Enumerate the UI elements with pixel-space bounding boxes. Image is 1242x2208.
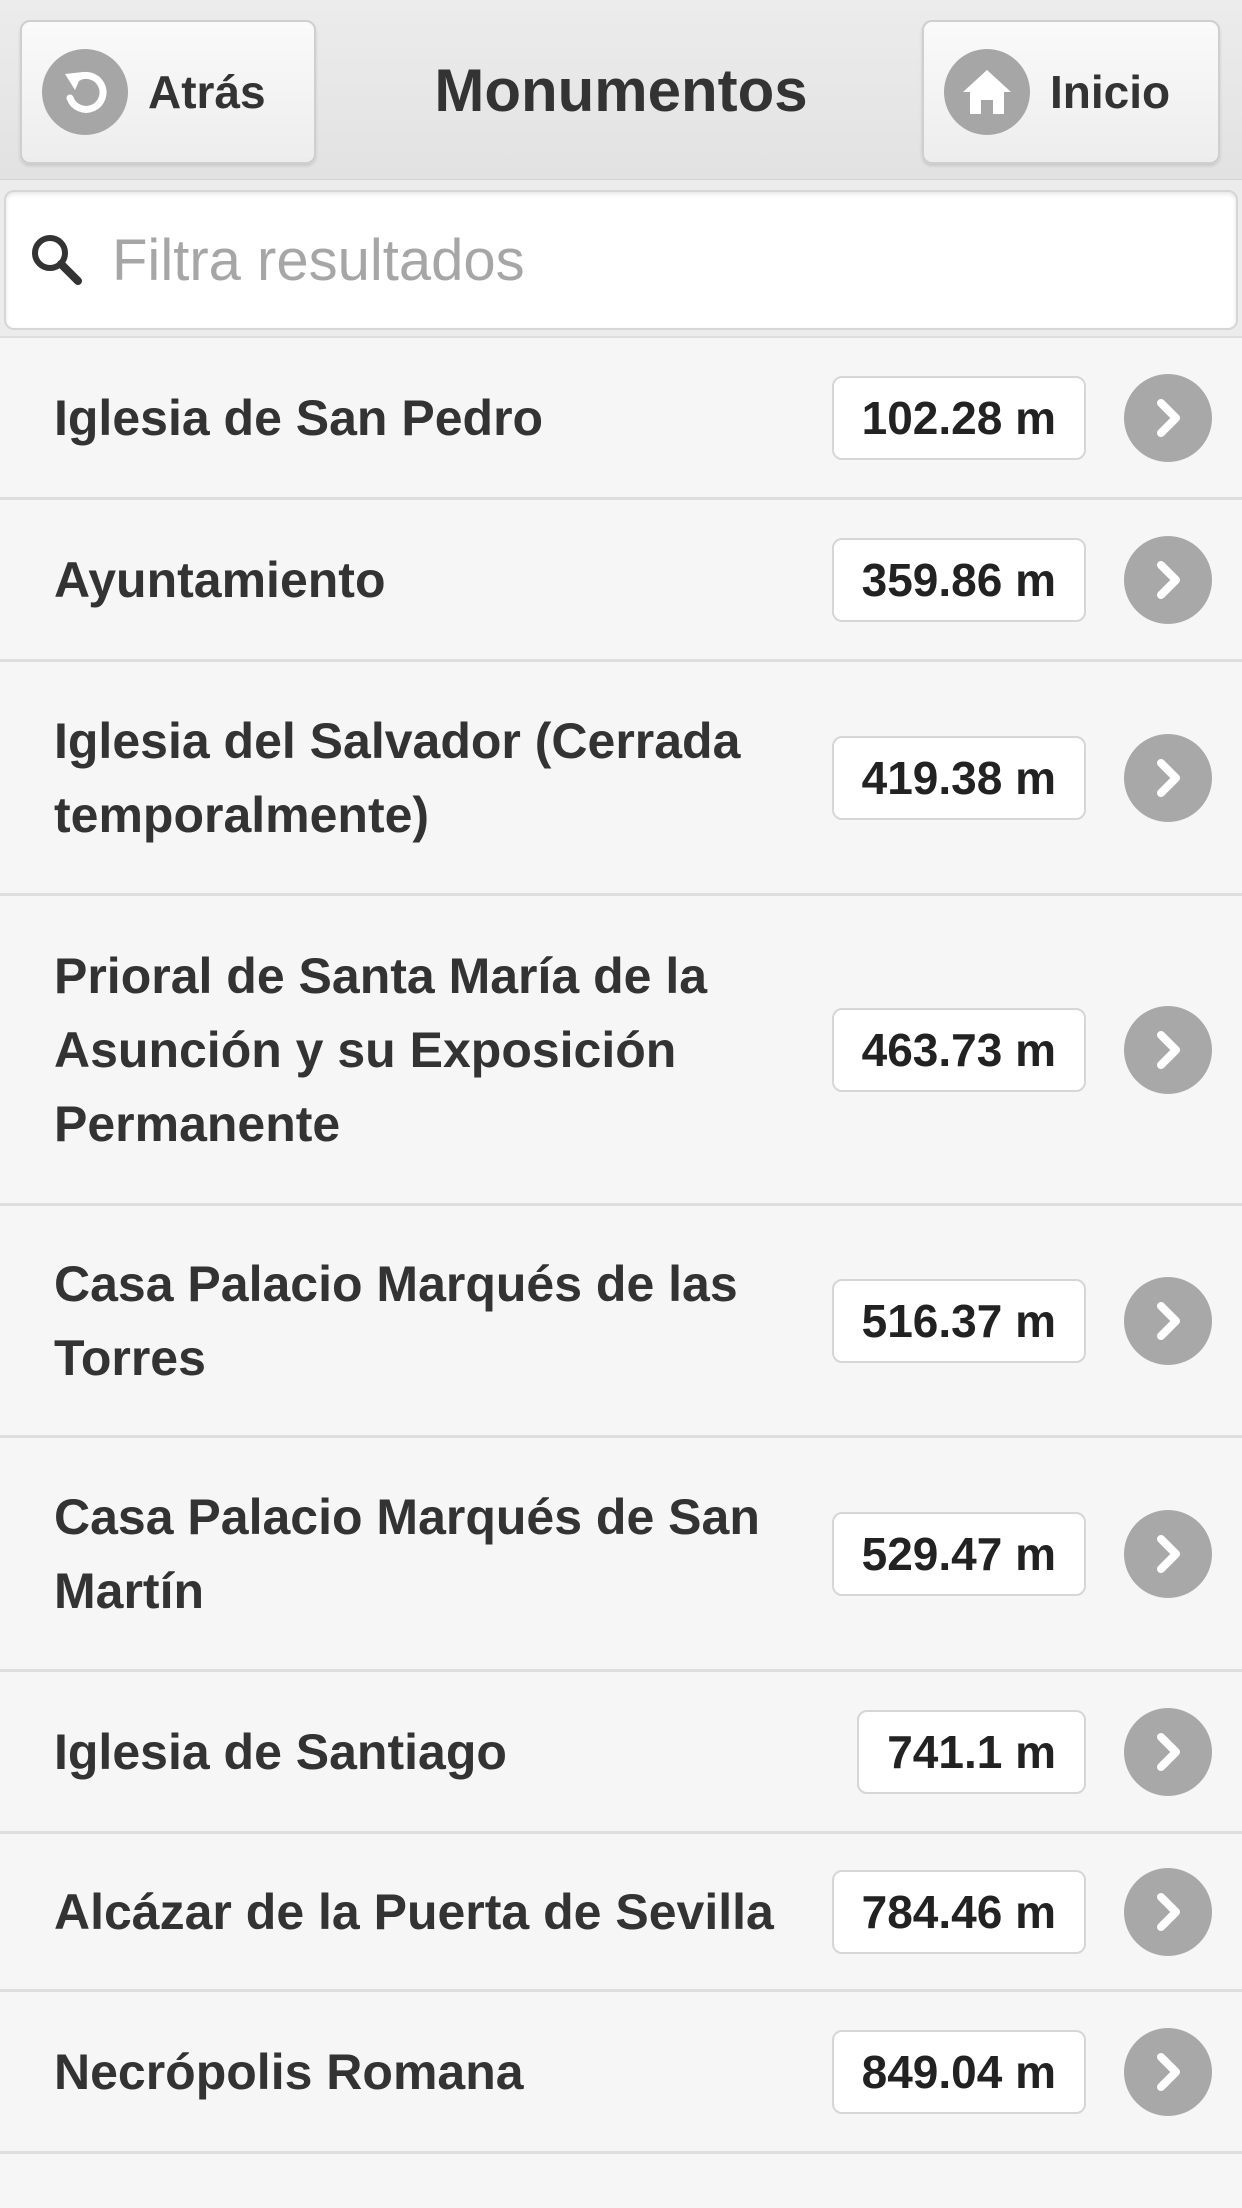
search-icon [32,235,82,285]
list-item[interactable]: Iglesia del Salvador (Cerrada temporalme… [0,662,1242,896]
back-arrow-icon [42,49,128,135]
chevron-right-icon[interactable] [1124,733,1212,822]
distance-badge: 463.73 m [831,1007,1086,1092]
chevron-right-icon[interactable] [1124,1276,1212,1365]
home-button[interactable]: Inicio [922,20,1220,164]
item-name: Casa Palacio Marqués de las Torres [54,1255,738,1386]
search-input[interactable] [110,225,1214,295]
distance-badge: 784.46 m [831,1869,1086,1954]
item-name: Casa Palacio Marqués de San Martín [54,1488,760,1619]
item-name: Necrópolis Romana [54,2043,524,2100]
search-box [4,190,1238,330]
distance-badge: 849.04 m [831,2029,1086,2114]
item-name: Iglesia de Santiago [54,1723,507,1780]
home-button-label: Inicio [1050,66,1171,118]
list-item[interactable]: Ayuntamiento 359.86 m [0,500,1242,662]
item-name: Alcázar de la Puerta de Sevilla [54,1883,774,1940]
list-item[interactable]: Necrópolis Romana 849.04 m [0,1992,1242,2154]
chevron-right-icon[interactable] [1124,2027,1212,2116]
home-icon [944,49,1030,135]
distance-badge: 419.38 m [831,735,1086,820]
list-item[interactable]: Iglesia de San Pedro 102.28 m [0,338,1242,500]
list-item[interactable]: Alcázar de la Puerta de Sevilla 784.46 m [0,1834,1242,1992]
list-item[interactable]: Casa Palacio Marqués de las Torres 516.3… [0,1206,1242,1438]
distance-badge: 516.37 m [831,1278,1086,1363]
chevron-right-icon[interactable] [1124,1707,1212,1796]
chevron-right-icon[interactable] [1124,1867,1212,1956]
page-title: Monumentos [434,56,808,124]
chevron-right-icon[interactable] [1124,373,1212,462]
item-name: Ayuntamiento [54,551,386,608]
item-name: Prioral de Santa María de la Asunción y … [54,947,708,1152]
list-item[interactable]: Casa Palacio Marqués de San Martín 529.4… [0,1438,1242,1672]
chevron-right-icon[interactable] [1124,1509,1212,1598]
distance-badge: 102.28 m [831,375,1086,460]
item-name: Iglesia de San Pedro [54,389,544,446]
back-button-label: Atrás [148,66,266,118]
monument-list: Iglesia de San Pedro 102.28 m Ayuntamien… [0,336,1242,2154]
distance-badge: 529.47 m [831,1511,1086,1596]
chevron-right-icon[interactable] [1124,535,1212,624]
list-item[interactable]: Iglesia de Santiago 741.1 m [0,1672,1242,1834]
list-item[interactable]: Prioral de Santa María de la Asunción y … [0,896,1242,1206]
search-bar [0,180,1242,336]
header-bar: Atrás Monumentos Inicio [0,0,1242,180]
distance-badge: 741.1 m [857,1709,1086,1794]
item-name: Iglesia del Salvador (Cerrada temporalme… [54,712,741,843]
chevron-right-icon[interactable] [1124,1005,1212,1094]
back-button[interactable]: Atrás [20,20,316,164]
distance-badge: 359.86 m [831,537,1086,622]
